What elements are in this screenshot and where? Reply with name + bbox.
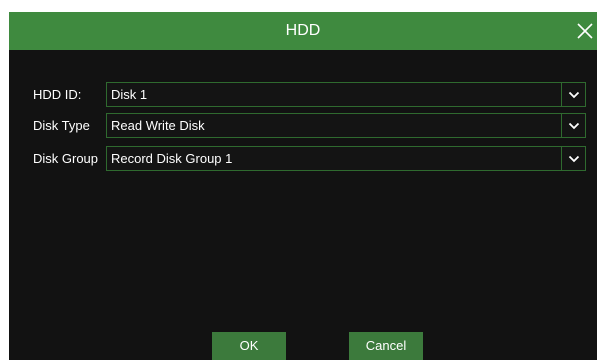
hdd-id-row: HDD ID: Disk 1 — [9, 82, 597, 107]
disk-type-value: Read Write Disk — [111, 118, 205, 133]
disk-group-row: Disk Group Record Disk Group 1 — [9, 146, 597, 171]
chevron-down-icon[interactable] — [561, 114, 585, 137]
disk-group-label: Disk Group — [33, 151, 99, 166]
disk-group-select[interactable]: Record Disk Group 1 — [106, 146, 586, 171]
disk-group-value: Record Disk Group 1 — [111, 151, 233, 166]
disk-type-label: Disk Type — [33, 118, 90, 133]
disk-type-row: Disk Type Read Write Disk — [9, 113, 597, 138]
chevron-down-icon[interactable] — [561, 83, 585, 106]
dialog-title: HDD — [285, 22, 321, 39]
hdd-id-select[interactable]: Disk 1 — [106, 82, 586, 107]
cancel-button[interactable]: Cancel — [349, 332, 423, 360]
disk-type-select[interactable]: Read Write Disk — [106, 113, 586, 138]
hdd-id-label: HDD ID: — [33, 87, 82, 102]
dialog-titlebar: HDD — [9, 12, 597, 50]
ok-button[interactable]: OK — [212, 332, 286, 360]
close-icon[interactable] — [575, 21, 595, 41]
chevron-down-icon[interactable] — [561, 147, 585, 170]
hdd-dialog: HDD HDD ID: Disk 1 Disk Type Read Write … — [9, 12, 597, 360]
hdd-id-value: Disk 1 — [111, 87, 148, 102]
